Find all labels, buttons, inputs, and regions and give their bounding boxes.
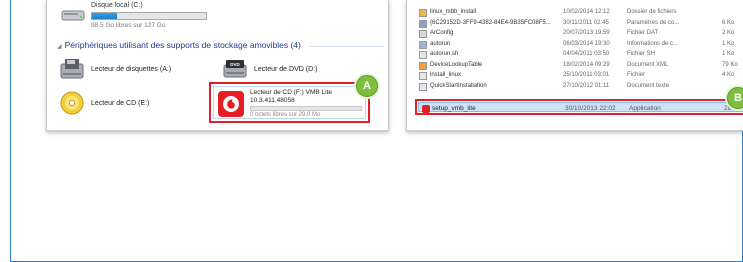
autorun-file-icon	[419, 40, 427, 49]
file-name: install_linux	[430, 72, 462, 78]
file-row[interactable]: install_linux 25/10/2011 03:01 Fichier 4 Ko	[407, 71, 743, 81]
vmb-lite-drive-highlight[interactable]: Lecteur de CD (F:) VMB Lite 10.3.411.480…	[209, 82, 370, 123]
file-size: 6 Ko	[722, 19, 735, 26]
file-row[interactable]: autorun 06/03/2014 19:30 Informations de c…	[407, 40, 743, 50]
section-title: Périphériques utilisant des supports de …	[64, 40, 301, 50]
floppy-drive-icon	[60, 59, 84, 79]
setup-vmb-lite-highlight[interactable]: setup_vmb_lite 30/10/2013 22:02 Applicat…	[415, 99, 743, 115]
dvd-drive-label: Lecteur de DVD (D:)	[254, 66, 318, 73]
dat-file-icon	[419, 30, 427, 38]
file-type: Fichier DAT	[627, 30, 659, 36]
callout-badge-a: A	[356, 75, 378, 97]
file-size: 79 Ko	[722, 61, 738, 68]
file-type: Paramètres de co...	[627, 19, 680, 26]
file-row[interactable]: ArConfig 20/07/2013 19:59 Fichier DAT 2 Ko	[407, 29, 743, 39]
vmb-lite-drive-version: 10.3.411.48058	[250, 97, 295, 104]
file-type: Application	[629, 105, 661, 112]
file-name: setup_vmb_lite	[432, 105, 476, 112]
file-date: 30/11/2011 02:45	[563, 19, 609, 26]
local-disk-item[interactable]: Disque local (C:) 98,5 Go libres sur 127…	[61, 2, 261, 34]
file-size: 1 Ko	[722, 40, 735, 47]
file-date: 20/07/2013 19:59	[563, 30, 610, 36]
vmb-lite-usage-bar	[250, 106, 362, 111]
file-date: 06/03/2014 19:30	[563, 40, 610, 47]
disk-usage-fill	[92, 13, 118, 19]
text-file-icon	[419, 82, 427, 91]
vodafone-logo-icon	[218, 91, 244, 117]
file-name: {6C29152D-3FF9-4382-84E4-9B35FC08F5...	[430, 19, 551, 26]
svg-text:DVD: DVD	[230, 62, 240, 67]
disk-name: Disque local (C:)	[91, 2, 143, 9]
removable-storage-header[interactable]: ◢ Périphériques utilisant des supports de…	[57, 40, 301, 50]
file-name: autorun.sh	[430, 51, 459, 57]
file-icon	[419, 72, 427, 80]
file-type: Informations de c...	[627, 40, 679, 47]
file-date: 25/10/2011 03:01	[563, 72, 610, 78]
file-name: ArConfig	[430, 30, 454, 36]
collapse-triangle-icon: ◢	[57, 44, 62, 50]
vmb-lite-drive-item[interactable]: Lecteur de CD (F:) VMB Lite 10.3.411.480…	[213, 86, 366, 119]
file-date: 04/04/2011 03:50	[563, 51, 610, 57]
computer-panel: Disque local (C:) 98,5 Go libres sur 127…	[46, 0, 389, 131]
file-row[interactable]: QuickStartInstallation 27/10/2012 01:11 Do…	[407, 82, 743, 92]
file-size: 4 Ko	[722, 72, 735, 78]
file-type: Fichier	[627, 72, 646, 78]
vmb-lite-free-space: 0 octets libres sur 29,0 Mo	[250, 112, 321, 118]
disk-free-space: 98,5 Go libres sur 127 Go	[91, 22, 166, 29]
file-date: 27/10/2012 01:11	[563, 82, 610, 89]
file-date: 10/02/2014 12:12	[563, 9, 610, 15]
file-date: 30/10/2013 22:02	[565, 105, 616, 112]
setup-vmb-lite-row[interactable]: setup_vmb_lite 30/10/2013 22:02 Applicat…	[418, 102, 743, 113]
file-name: autorun	[430, 40, 451, 47]
files-panel: linux_mbb_install 10/02/2014 12:12 Dossier…	[406, 0, 743, 131]
disk-usage-bar	[91, 12, 207, 20]
file-size: 1 Ko	[722, 51, 735, 57]
cd-drive-item[interactable]: Lecteur de CD (E:)	[59, 90, 209, 120]
floppy-drive-label: Lecteur de disquettes (A:)	[91, 66, 172, 73]
file-row[interactable]: {6C29152D-3FF9-4382-84E4-9B35FC08F5... 30…	[407, 19, 743, 29]
settings-file-icon	[419, 19, 427, 28]
file-name: DeviceLookupTable	[430, 61, 483, 68]
file-type: Document XML	[627, 61, 669, 68]
file-row[interactable]: linux_mbb_install 10/02/2014 12:12 Dossier…	[407, 8, 743, 18]
file-row[interactable]: autorun.sh 04/04/2011 03:50 Fichier SH 1 Ko	[407, 50, 743, 60]
dvd-drive-icon: DVD	[223, 60, 247, 78]
file-type: Dossier de fichiers	[627, 9, 677, 15]
cd-drive-icon	[60, 91, 84, 115]
file-name: QuickStartInstallation	[430, 82, 487, 89]
vmb-lite-drive-title: Lecteur de CD (F:) VMB Lite	[250, 89, 332, 96]
file-type: Fichier SH	[627, 51, 656, 57]
cd-drive-label: Lecteur de CD (E:)	[91, 100, 150, 107]
file-type: Document texte	[627, 82, 670, 89]
file-date: 18/02/2014 09:29	[563, 61, 610, 68]
folder-icon	[419, 9, 427, 17]
section-divider	[309, 46, 384, 47]
xml-file-icon	[419, 61, 427, 70]
file-size: 2 Ko	[722, 30, 735, 36]
file-row[interactable]: DeviceLookupTable 18/02/2014 09:29 Documen…	[407, 61, 743, 71]
hard-drive-icon	[61, 10, 85, 21]
floppy-drive-item[interactable]: Lecteur de disquettes (A:)	[59, 56, 209, 86]
file-name: linux_mbb_install	[430, 9, 477, 15]
sh-file-icon	[419, 51, 427, 59]
callout-badge-b: B	[727, 87, 743, 109]
vodafone-app-icon	[422, 105, 430, 113]
